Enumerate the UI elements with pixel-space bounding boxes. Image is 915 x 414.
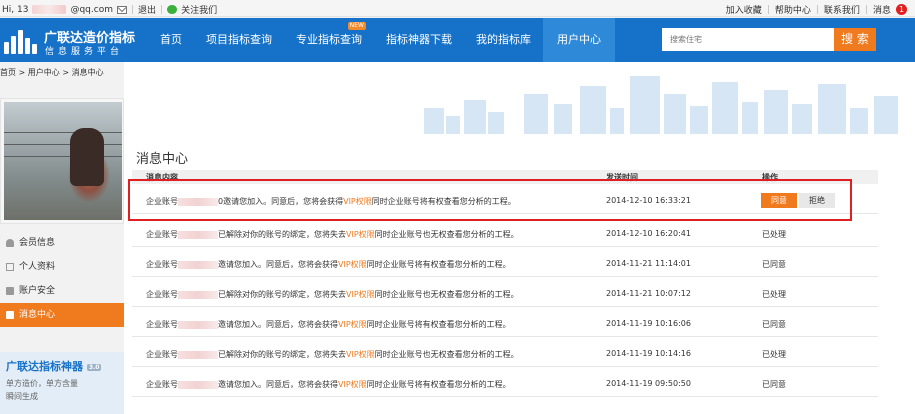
profile-icon [6,263,14,271]
status-text: 已同意 [762,320,786,329]
avatar [0,98,124,224]
divider: | [864,4,868,15]
table-row: 企业账号 邀请您加入。同意后，您将会获得VIP权限同时企业账号将有权查看您分析的工… [132,369,878,397]
wechat-icon [167,5,178,14]
nav-professional-query[interactable]: 专业指标查询 NEW [284,18,374,62]
top-bar: Hi, 13 @qq.com | 退出 | 关注我们 加入收藏 | 帮助中心 |… [0,0,915,17]
promo-line: 瞬间生成 [6,392,38,401]
main-nav: 广联达造价指标 信息服务平台 首页 项目指标查询 专业指标查询 NEW 指标神器… [0,18,915,62]
greeting-text: Hi, 13 [2,4,29,15]
message-content: 企业账号 邀请您加入。同意后，您将会获得VIP权限同时企业账号将有权查看您分析的工… [146,320,511,329]
main-panel: 消息中心 消息内容 发送时间 操作 企业账号 0邀请您加入。同意后，您将会获得VI… [124,62,915,414]
user-icon [6,239,14,247]
promo-line: 单方造价，单方含量 [6,379,78,388]
site-logo[interactable]: 广联达造价指标 信息服务平台 [4,24,135,58]
sidebar-item-label: 消息中心 [19,310,56,320]
sidebar-item-profile[interactable]: 个人资料 [0,255,124,279]
user-info: Hi, 13 @qq.com | 退出 | 关注我们 [2,3,217,17]
nav-professional-query-label: 专业指标查询 [296,33,362,46]
help-link[interactable]: 帮助中心 [775,3,811,16]
nav-menu: 首页 项目指标查询 专业指标查询 NEW 指标神器下载 我的指标库 用户中心 [148,18,615,62]
logout-link[interactable]: 退出 [138,3,156,16]
send-time: 2014-11-19 09:50:50 [606,379,691,388]
nav-project-query[interactable]: 项目指标查询 [194,18,284,62]
search-button[interactable]: 搜 索 [834,28,876,51]
send-time: 2014-11-21 10:07:12 [606,289,691,298]
skyline-banner [124,62,915,134]
promo-title: 广联达指标神器 3.0 [6,358,118,374]
message-count-badge[interactable]: 1 [896,4,907,15]
favorite-link[interactable]: 加入收藏 [726,3,762,16]
version-badge: 3.0 [86,363,102,371]
table-row: 企业账号 邀请您加入。同意后，您将会获得VIP权限同时企业账号将有权查看您分析的工… [132,249,878,277]
table-row: 企业账号 已解除对你的账号的绑定，您将失去VIP权限同时企业账号也无权查看您分析的… [132,339,878,367]
send-time: 2014-11-19 10:14:16 [606,349,691,358]
sidebar-item-label: 个人资料 [19,262,56,272]
nav-tool-download[interactable]: 指标神器下载 [374,18,464,62]
sidebar-item-label: 会员信息 [19,238,56,248]
status-text: 已同意 [762,380,786,389]
send-time: 2014-12-10 16:20:41 [606,229,691,238]
logo-subtitle: 信息服务平台 [45,47,124,57]
send-time: 2014-11-21 11:14:01 [606,259,691,268]
status-text: 已处理 [762,350,786,359]
highlight-box [128,179,852,221]
breadcrumb: 首页 > 用户中心 > 消息中心 [0,68,104,77]
message-content: 企业账号 已解除对你的账号的绑定，您将失去VIP权限同时企业账号也无权查看您分析的… [146,350,519,359]
nav-user-center[interactable]: 用户中心 [543,18,615,62]
table-row: 企业账号 邀请您加入。同意后，您将会获得VIP权限同时企业账号将有权查看您分析的工… [132,309,878,337]
message-content: 企业账号 已解除对你的账号的绑定，您将失去VIP权限同时企业账号也无权查看您分析的… [146,230,519,239]
avatar-image [4,102,122,220]
sidebar-menu: 会员信息 个人资料 账户安全 消息中心 [0,231,124,327]
messages-link[interactable]: 消息 [873,3,891,16]
sidebar: 会员信息 个人资料 账户安全 消息中心 广联达指标神器 3.0 单方造价，单方含… [0,98,124,414]
contact-link[interactable]: 联系我们 [824,3,860,16]
page-title: 消息中心 [136,152,189,167]
new-tag: NEW [347,22,366,30]
divider: | [160,4,164,15]
send-time: 2014-11-19 10:16:06 [606,319,691,328]
lock-icon [6,287,14,295]
message-content: 企业账号 邀请您加入。同意后，您将会获得VIP权限同时企业账号将有权查看您分析的工… [146,380,511,389]
status-text: 已同意 [762,260,786,269]
message-content: 企业账号 邀请您加入。同意后，您将会获得VIP权限同时企业账号将有权查看您分析的工… [146,260,511,269]
search-input[interactable] [662,28,834,51]
message-icon [6,311,14,319]
logo-icon [4,28,42,54]
sidebar-item-messages[interactable]: 消息中心 [0,303,124,327]
sidebar-item-label: 账户安全 [19,286,56,296]
nav-my-library[interactable]: 我的指标库 [464,18,543,62]
masked-email [32,5,67,14]
follow-link[interactable]: 关注我们 [181,3,217,16]
table-row: 企业账号 已解除对你的账号的绑定，您将失去VIP权限同时企业账号也无权查看您分析的… [132,279,878,307]
top-links: 加入收藏 | 帮助中心 | 联系我们 | 消息 1 [726,3,907,16]
table-row: 企业账号 已解除对你的账号的绑定，您将失去VIP权限同时企业账号也无权查看您分析的… [132,219,878,247]
message-content: 企业账号 已解除对你的账号的绑定，您将失去VIP权限同时企业账号也无权查看您分析的… [146,290,519,299]
promo-banner[interactable]: 广联达指标神器 3.0 单方造价，单方含量 瞬间生成 [0,352,124,414]
status-text: 已处理 [762,290,786,299]
sidebar-item-security[interactable]: 账户安全 [0,279,124,303]
divider: | [766,4,770,15]
nav-home[interactable]: 首页 [148,18,194,62]
email-suffix: @qq.com [70,4,113,15]
sidebar-item-member-info[interactable]: 会员信息 [0,231,124,255]
status-text: 已处理 [762,230,786,239]
divider: | [815,4,819,15]
divider: | [130,4,135,15]
promo-title-text: 广联达指标神器 [6,360,83,373]
mail-icon[interactable] [116,5,127,14]
